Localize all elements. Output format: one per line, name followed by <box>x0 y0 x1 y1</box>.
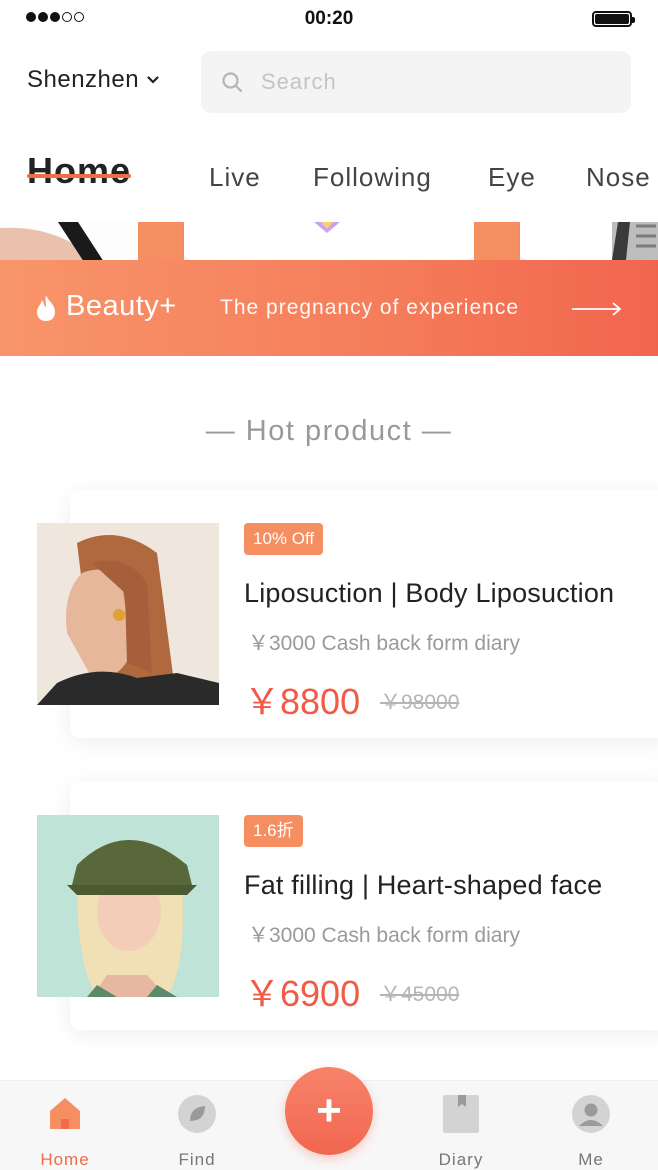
search-bar[interactable] <box>201 51 631 113</box>
tabbar-home[interactable]: Home <box>20 1095 110 1170</box>
search-icon <box>222 72 243 93</box>
tab-home[interactable]: Home <box>27 150 132 192</box>
banner-brand: Beauty+ <box>66 290 177 322</box>
tabbar-label: Me <box>578 1150 604 1169</box>
product-price: ￥8800 <box>244 681 361 722</box>
tab-eye[interactable]: Eye <box>488 162 536 193</box>
tabbar-label: Home <box>40 1150 90 1169</box>
tabbar-label: Diary <box>438 1150 484 1169</box>
product-card[interactable]: 1.6折 Fat filling | Heart-shaped face ￥30… <box>37 782 658 1030</box>
promo-banner[interactable]: Beauty+ The pregnancy of experience <box>0 260 658 356</box>
original-price: ￥98000 <box>380 691 460 714</box>
section-title: — Hot product — <box>205 415 453 447</box>
search-input[interactable] <box>261 69 561 95</box>
city-selector[interactable]: Shenzhen <box>27 66 159 94</box>
category-tabs: Home Live Following Eye Nose <box>0 148 658 208</box>
tabbar-label: Find <box>178 1150 216 1169</box>
banner-photo-right <box>612 222 658 260</box>
user-icon <box>572 1095 610 1133</box>
tabbar-find[interactable]: Find <box>152 1095 242 1170</box>
product-photo <box>37 815 219 997</box>
arrow-right-icon <box>572 302 622 316</box>
tabbar-me[interactable]: Me <box>546 1095 636 1170</box>
gem-icon <box>314 222 340 233</box>
tab-live[interactable]: Live <box>209 162 261 193</box>
product-price: ￥6900 <box>244 973 361 1014</box>
product-photo <box>37 523 219 705</box>
status-bar: 00:20 <box>0 0 658 40</box>
tab-nose[interactable]: Nose <box>586 162 651 193</box>
product-name: Liposuction | Body Liposuction <box>244 578 615 608</box>
product-card[interactable]: 10% Off Liposuction | Body Liposuction ￥… <box>37 490 658 738</box>
city-label: Shenzhen <box>27 66 140 93</box>
banner-card-right <box>520 222 658 260</box>
add-button[interactable]: + <box>285 1067 373 1155</box>
battery-icon <box>592 11 635 27</box>
chevron-down-icon <box>147 76 159 84</box>
original-price: ￥45000 <box>380 983 460 1006</box>
discount-badge: 10% Off <box>244 523 324 555</box>
tab-following[interactable]: Following <box>313 162 432 193</box>
status-time: 00:20 <box>304 8 354 29</box>
discount-badge: 1.6折 <box>244 815 303 847</box>
leaf-icon <box>178 1095 216 1133</box>
home-icon <box>50 1098 80 1129</box>
tabbar-diary[interactable]: Diary <box>416 1095 506 1170</box>
bookmark-icon <box>443 1095 479 1133</box>
cashback-text: ￥3000 Cash back form diary <box>248 632 520 655</box>
flame-icon <box>37 295 55 321</box>
banner-photo-left <box>0 222 138 262</box>
banner-card-center <box>184 222 474 260</box>
banner-carousel-strip[interactable] <box>0 222 658 262</box>
banner-slogan: The pregnancy of experience <box>220 296 520 319</box>
cashback-text: ￥3000 Cash back form diary <box>248 924 520 947</box>
product-name: Fat filling | Heart-shaped face <box>244 870 603 900</box>
